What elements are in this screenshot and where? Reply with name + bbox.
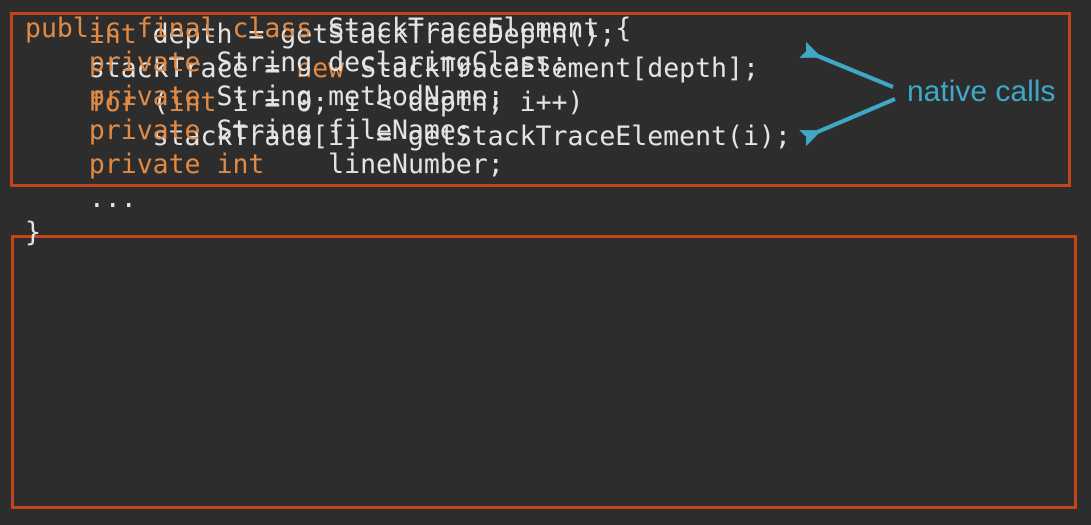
keyword-private-3: private xyxy=(88,115,201,146)
keyword-private-2: private xyxy=(88,81,201,112)
slide-canvas: int depth = getStackTraceDepth(); stackT… xyxy=(0,0,1091,525)
native-calls-annotation-label: native calls xyxy=(907,75,1056,108)
keyword-final: final xyxy=(136,13,217,44)
keyword-int-3: int xyxy=(216,149,265,180)
code-block-class-text: public final class StackTraceElement { p… xyxy=(25,13,632,248)
keyword-public: public xyxy=(25,13,121,44)
native-calls-arrows xyxy=(799,41,896,147)
keyword-class: class xyxy=(232,13,313,44)
arrow-to-get-stack-trace-depth xyxy=(799,41,894,89)
arrow-to-get-stack-trace-element xyxy=(799,97,896,147)
keyword-private-4: private xyxy=(88,149,201,180)
keyword-private-1: private xyxy=(88,47,201,78)
code-block-class-border xyxy=(11,235,1077,509)
